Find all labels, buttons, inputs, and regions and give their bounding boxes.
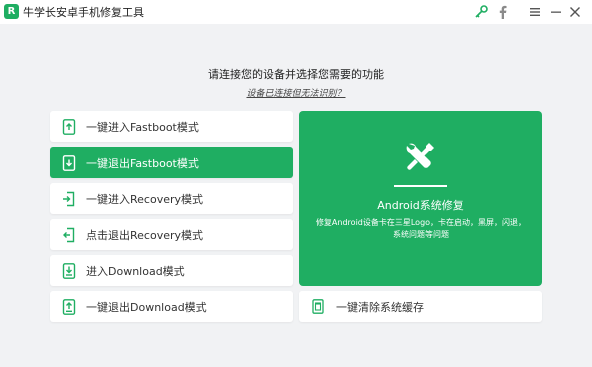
card-description: 修复Android设备卡在三星Logo，卡在启动，黑屏，闪退，系统问题等问题 [315,218,527,239]
phone-upload-icon [62,298,76,315]
menu-icon[interactable] [527,4,543,20]
phone-arrow-up-icon [62,118,76,135]
mode-label: 进入Download模式 [86,264,185,278]
mode-label: 点击退出Recovery模式 [86,228,204,242]
mode-label: 一键退出Download模式 [86,300,207,314]
app-logo: R [4,4,19,19]
trash-phone-icon [312,299,324,314]
mode-label: 一键进入Fastboot模式 [86,120,199,134]
key-icon[interactable] [473,4,489,20]
page-heading: 请连接您的设备并选择您需要的功能 [208,68,384,81]
title-bar: R 牛学长安卓手机修复工具 [0,0,592,24]
mode-label: 一键退出Fastboot模式 [86,156,199,170]
card-divider [394,185,447,187]
phone-arrow-down-icon [62,154,76,171]
app-title: 牛学长安卓手机修复工具 [23,6,144,19]
phone-enter-icon [62,191,76,207]
clear-cache-button[interactable]: 一键清除系统缓存 [299,291,542,322]
facebook-icon[interactable] [495,4,511,20]
android-repair-card[interactable]: Android系统修复 修复Android设备卡在三星Logo，卡在启动，黑屏，… [299,111,542,286]
clear-cache-label: 一键清除系统缓存 [336,300,424,314]
minimize-icon[interactable] [548,4,564,20]
close-icon[interactable] [567,4,583,20]
card-title: Android系统修复 [377,199,464,212]
device-not-recognized-link-wrap: 设备已连接但无法识别？ [0,86,592,99]
device-not-recognized-link[interactable]: 设备已连接但无法识别？ [246,89,345,99]
enter-fastboot-button[interactable]: 一键进入Fastboot模式 [50,111,293,142]
enter-download-button[interactable]: 进入Download模式 [50,255,293,286]
exit-fastboot-button[interactable]: 一键退出Fastboot模式 [50,147,293,178]
exit-recovery-button[interactable]: 点击退出Recovery模式 [50,219,293,250]
phone-exit-icon [62,227,76,243]
enter-recovery-button[interactable]: 一键进入Recovery模式 [50,183,293,214]
mode-label: 一键进入Recovery模式 [86,192,204,206]
phone-download-icon [62,262,76,279]
exit-download-button[interactable]: 一键退出Download模式 [50,291,293,322]
tools-icon [402,139,438,175]
